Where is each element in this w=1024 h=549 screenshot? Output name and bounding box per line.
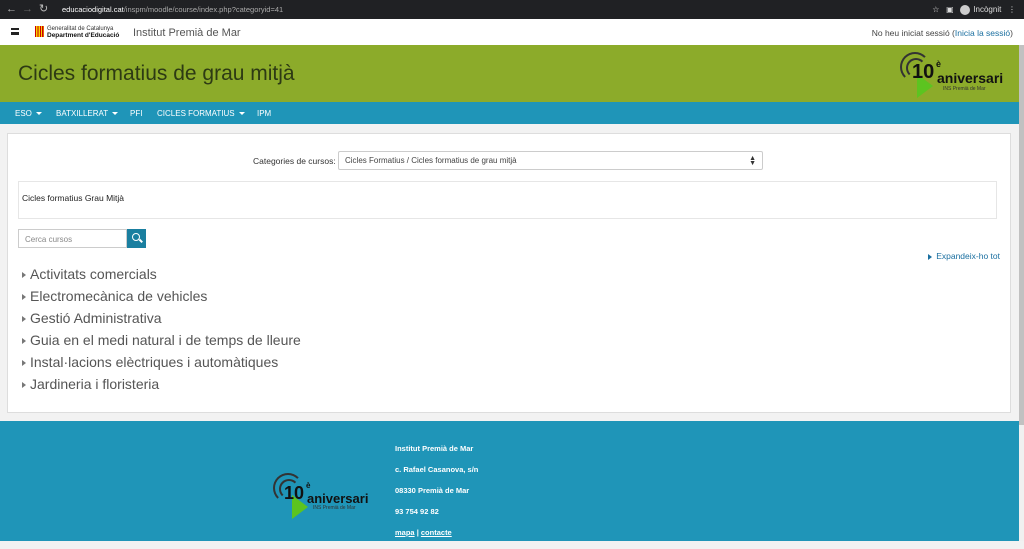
- top-navbar: Generalitat de Catalunya Department d'Ed…: [0, 19, 1024, 46]
- browser-toolbar: ← → ↻ educaciodigital.cat/inspm/moodle/c…: [0, 0, 1024, 19]
- logo-subtext: INS Premià de Mar: [313, 505, 356, 511]
- back-icon[interactable]: ←: [6, 3, 17, 16]
- forward-icon[interactable]: →: [22, 3, 33, 16]
- menu-label: IPM: [257, 109, 272, 118]
- logo-superscript: è: [936, 59, 942, 69]
- login-info: No heu iniciat sessió (Inicia la sessió): [872, 28, 1013, 38]
- hamburger-menu-icon[interactable]: [11, 28, 19, 35]
- url-host: educaciodigital.cat: [62, 5, 124, 14]
- menu-label: PFI: [130, 109, 143, 118]
- footer-address: c. Rafael Casanova, s/n: [395, 465, 479, 474]
- incognito-icon: [960, 4, 971, 15]
- page-header-banner: Cicles formatius de grau mitjà 10 è aniv…: [0, 45, 1024, 102]
- course-name[interactable]: Gestió Administrativa: [30, 310, 162, 326]
- triangle-right-icon: [928, 253, 933, 260]
- menu-item-pfi[interactable]: PFI: [130, 109, 142, 118]
- login-close: ): [1010, 28, 1013, 38]
- course-item[interactable]: Guia en el medi natural i de temps de ll…: [22, 331, 301, 353]
- search-icon-handle: [139, 238, 143, 243]
- caret-down-icon: [35, 112, 42, 116]
- page-footer: 10 è aniversari INS Premià de Mar Instit…: [0, 421, 1024, 541]
- catalan-flag-icon: [35, 26, 44, 37]
- map-link[interactable]: mapa: [395, 528, 415, 537]
- site-name[interactable]: Institut Premià de Mar: [133, 27, 241, 39]
- triangle-right-icon: [22, 382, 26, 389]
- triangle-right-icon: [22, 338, 26, 345]
- footer-contact-info: Institut Premià de Mar c. Rafael Casanov…: [395, 444, 478, 549]
- logo-subtext: INS Premià de Mar: [943, 86, 986, 92]
- course-name[interactable]: Electromecànica de vehicles: [30, 288, 207, 304]
- expand-all-label: Expandeix-ho tot: [936, 251, 1000, 261]
- star-icon[interactable]: ☆: [932, 5, 939, 14]
- search-placeholder: Cerca cursos: [25, 235, 73, 244]
- menu-label: BATXILLERAT: [56, 109, 109, 118]
- menu-item-eso[interactable]: ESO: [15, 109, 42, 118]
- main-menu: ESO BATXILLERAT PFI CICLES FORMATIUS IPM: [0, 102, 1024, 124]
- footer-school-name: Institut Premià de Mar: [395, 444, 474, 453]
- footer-anniversary-logo: 10 è aniversari INS Premià de Mar: [270, 471, 385, 521]
- page-scrollbar[interactable]: [1019, 45, 1024, 541]
- course-name[interactable]: Instal·lacions elèctriques i automàtique…: [30, 354, 278, 370]
- scrollbar-thumb[interactable]: [1019, 45, 1024, 425]
- footer-separator: |: [416, 528, 419, 537]
- course-item[interactable]: Instal·lacions elèctriques i automàtique…: [22, 353, 301, 375]
- menu-item-cicles-formatius[interactable]: CICLES FORMATIUS: [157, 109, 245, 118]
- course-item[interactable]: Gestió Administrativa: [22, 309, 301, 331]
- category-description-text: Cicles formatius Grau Mitjà: [22, 193, 125, 203]
- logo-text: aniversari: [307, 491, 369, 506]
- select-arrows-icon: ▲ ▼: [749, 155, 756, 167]
- logo-number: 10: [912, 61, 935, 83]
- logo-number: 10: [284, 483, 305, 503]
- course-item[interactable]: Electromecànica de vehicles: [22, 287, 301, 309]
- footer-city: 08330 Premià de Mar: [395, 486, 470, 495]
- menu-label: ESO: [15, 109, 32, 118]
- profile-label[interactable]: Incògnit: [973, 5, 1001, 14]
- course-name[interactable]: Activitats comercials: [30, 266, 157, 282]
- menu-dots-icon[interactable]: ⋮: [1008, 5, 1016, 14]
- login-link[interactable]: Inicia la sessió: [955, 28, 1010, 38]
- triangle-right-icon: [22, 360, 26, 367]
- search-button[interactable]: [127, 229, 146, 248]
- caret-down-icon: [112, 112, 119, 116]
- address-bar[interactable]: educaciodigital.cat/inspm/moodle/course/…: [62, 3, 283, 16]
- category-select[interactable]: Cicles Formatius / Cicles formatius de g…: [338, 151, 763, 170]
- menu-item-batxillerat[interactable]: BATXILLERAT: [56, 109, 119, 118]
- browser-actions: ☆ ▣ Incògnit ⋮: [932, 3, 1016, 16]
- search-courses-input[interactable]: Cerca cursos: [18, 229, 127, 248]
- gencat-line2: Department d'Educació: [47, 32, 120, 39]
- category-select-value: Cicles Formatius / Cicles formatius de g…: [345, 156, 517, 165]
- course-list: Activitats comercials Electromecànica de…: [22, 265, 301, 397]
- contact-link[interactable]: contacte: [421, 528, 452, 537]
- footer-phone: 93 754 92 82: [395, 507, 439, 516]
- triangle-right-icon: [22, 294, 26, 301]
- menu-item-ipm[interactable]: IPM: [257, 109, 271, 118]
- category-label: Categories de cursos:: [253, 156, 336, 166]
- triangle-right-icon: [22, 316, 26, 323]
- sidepanel-icon[interactable]: ▣: [946, 5, 954, 14]
- url-path: /inspm/moodle/course/index.php?categoryi…: [123, 5, 284, 14]
- logo-text: aniversari: [937, 70, 1004, 86]
- page-title: Cicles formatius de grau mitjà: [18, 62, 295, 85]
- triangle-right-icon: [22, 272, 26, 279]
- login-text: No heu iniciat sessió (: [871, 28, 955, 38]
- course-name[interactable]: Jardineria i floristeria: [30, 376, 159, 392]
- reload-icon[interactable]: ↻: [39, 3, 48, 16]
- course-name[interactable]: Guia en el medi natural i de temps de ll…: [30, 332, 301, 348]
- course-item[interactable]: Jardineria i floristeria: [22, 375, 301, 397]
- expand-all-link[interactable]: Expandeix-ho tot: [928, 251, 1000, 261]
- anniversary-logo: 10 è aniversari INS Premià de Mar: [897, 50, 1017, 100]
- menu-label: CICLES FORMATIUS: [157, 109, 235, 118]
- course-category-card: Categories de cursos: Cicles Formatius /…: [7, 133, 1011, 413]
- caret-down-icon: [238, 112, 245, 116]
- category-description: Cicles formatius Grau Mitjà: [18, 181, 997, 219]
- footer-links: mapa | contacte: [395, 528, 478, 549]
- course-item[interactable]: Activitats comercials: [22, 265, 301, 287]
- logo-superscript: è: [306, 481, 311, 490]
